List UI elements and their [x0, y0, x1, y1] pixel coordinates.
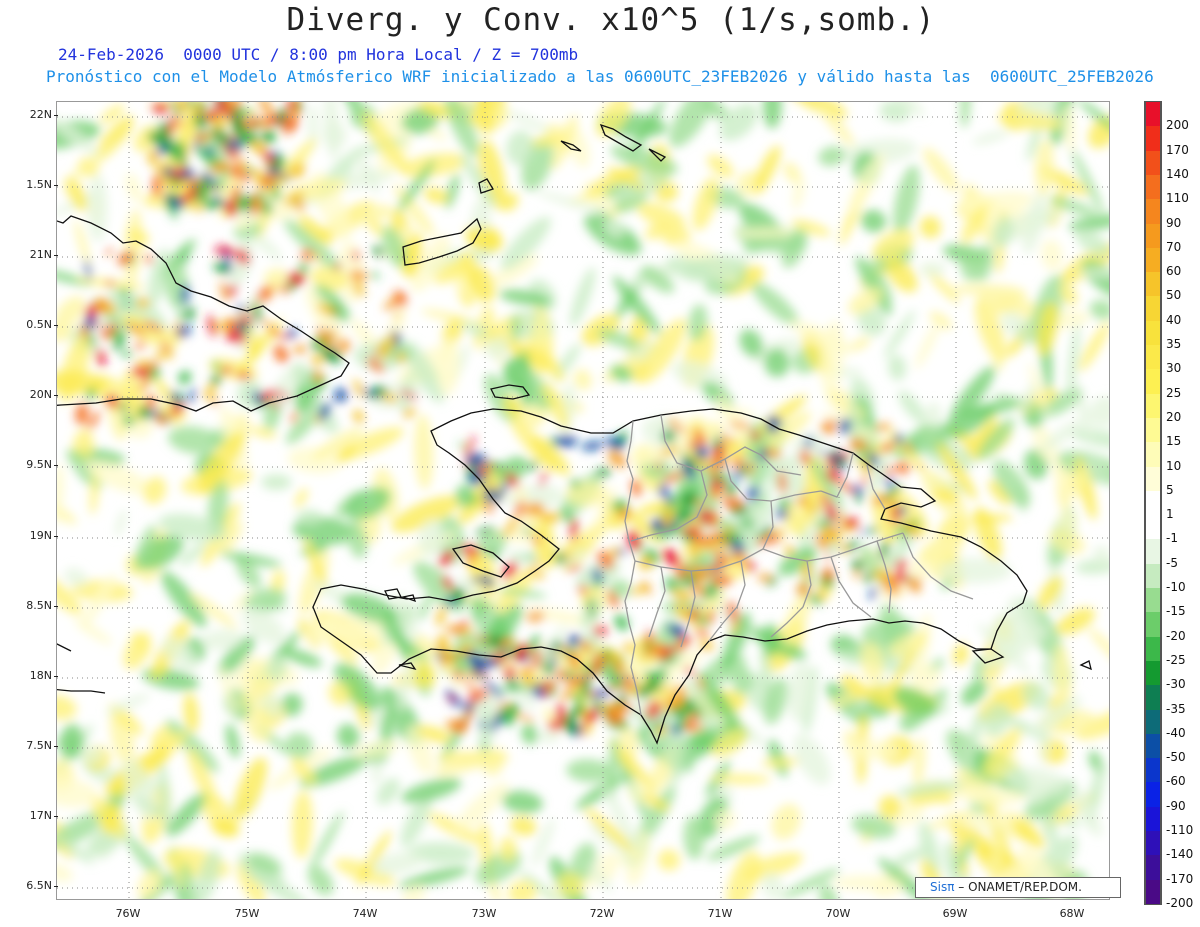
colorbar-label: 50: [1166, 288, 1182, 303]
lat-label: 20N: [29, 388, 59, 401]
colorbar-label: -30: [1166, 677, 1186, 692]
colorbar-swatch: [1145, 223, 1161, 249]
colorbar-swatch: [1145, 272, 1161, 297]
subtitle-time: 24-Feb-2026 0000 UTC / 8:00 pm Hora Loca…: [58, 45, 579, 64]
lat-label: 0.5N: [26, 318, 58, 331]
colorbar-swatch: [1145, 150, 1161, 176]
colorbar-label: 140: [1166, 166, 1189, 181]
subtitle-model: Pronóstico con el Modelo Atmósferico WRF…: [46, 67, 1154, 86]
colorbar-swatch: [1145, 515, 1161, 540]
colorbar-label: -50: [1166, 750, 1186, 765]
colorbar-label: -35: [1166, 701, 1186, 716]
colorbar-label: 5: [1166, 482, 1174, 497]
lat-label: 17N: [29, 809, 59, 822]
lon-label: 70W: [825, 907, 851, 920]
colorbar-swatch: [1145, 417, 1161, 443]
map-svg: [27, 80, 1139, 927]
colorbar-swatch: [1145, 369, 1161, 395]
lon-label: 71W: [707, 907, 733, 920]
colorbar-swatch: [1145, 345, 1161, 370]
colorbar-label: -1: [1166, 531, 1178, 546]
sispi-logo: Sisπ: [930, 880, 955, 894]
colorbar-swatch: [1145, 442, 1161, 468]
lat-label: 22N: [29, 108, 59, 121]
colorbar-swatch: [1145, 855, 1161, 881]
lat-label: 19N: [29, 529, 59, 542]
lat-label: 1.5N: [26, 178, 58, 191]
colorbar-label: 70: [1166, 239, 1182, 254]
lon-label: 76W: [115, 907, 141, 920]
lat-label: 21N: [29, 248, 59, 261]
colorbar-label: 20: [1166, 409, 1182, 424]
colorbar-label: -60: [1166, 774, 1186, 789]
colorbar-swatch: [1145, 563, 1161, 589]
colorbar-swatch: [1145, 539, 1161, 565]
colorbar-swatch: [1145, 466, 1161, 492]
colorbar-swatch: [1145, 393, 1161, 419]
colorbar-swatch: [1145, 174, 1161, 200]
colorbar-label: -140: [1166, 847, 1194, 862]
colorbar-label: 60: [1166, 264, 1182, 279]
lon-label: 75W: [234, 907, 260, 920]
lon-label: 69W: [942, 907, 968, 920]
lat-label: 8.5N: [26, 599, 58, 612]
colorbar-swatch: [1145, 733, 1161, 759]
colorbar-swatch: [1145, 490, 1161, 516]
lat-label: 18N: [29, 669, 59, 682]
colorbar-swatch: [1145, 588, 1161, 613]
colorbar-label: 110: [1166, 191, 1189, 206]
colorbar-label: 200: [1166, 118, 1189, 133]
lon-label: 73W: [471, 907, 497, 920]
colorbar-label: -20: [1166, 628, 1186, 643]
colorbar-label: -15: [1166, 604, 1186, 619]
colorbar-swatch: [1145, 879, 1161, 905]
colorbar-label: 15: [1166, 434, 1182, 449]
colorbar-label: 10: [1166, 458, 1182, 473]
colorbar: [1144, 101, 1162, 905]
colorbar-swatch: [1145, 636, 1161, 662]
credit-text: – ONAMET/REP.DOM.: [958, 880, 1082, 894]
colorbar-label: 170: [1166, 142, 1189, 157]
colorbar-label: -25: [1166, 652, 1186, 667]
colorbar-swatch: [1145, 199, 1161, 224]
colorbar-swatch: [1145, 320, 1161, 346]
lat-label: 6.5N: [26, 879, 58, 892]
colorbar-swatch: [1145, 806, 1161, 832]
lat-label: 7.5N: [26, 739, 58, 752]
colorbar-label: 35: [1166, 337, 1182, 352]
colorbar-swatch: [1145, 685, 1161, 711]
colorbar-swatch: [1145, 709, 1161, 735]
colorbar-label: 30: [1166, 361, 1182, 376]
map-panel: [27, 80, 1139, 927]
colorbar-label: 40: [1166, 312, 1182, 327]
colorbar-swatch: [1145, 782, 1161, 808]
colorbar-swatch: [1145, 831, 1161, 856]
colorbar-label: -170: [1166, 871, 1194, 886]
credit-box: Sisπ – ONAMET/REP.DOM.: [915, 877, 1121, 898]
colorbar-swatch: [1145, 758, 1161, 783]
colorbar-swatch: [1145, 612, 1161, 638]
colorbar-swatch: [1145, 660, 1161, 686]
colorbar-swatch: [1145, 102, 1161, 127]
colorbar-label: 25: [1166, 385, 1182, 400]
colorbar-swatch: [1145, 247, 1161, 273]
lon-label: 68W: [1059, 907, 1085, 920]
lat-label: 9.5N: [26, 458, 58, 471]
colorbar-label: -10: [1166, 580, 1186, 595]
colorbar-label: -5: [1166, 555, 1178, 570]
colorbar-label: -40: [1166, 725, 1186, 740]
lon-label: 72W: [589, 907, 615, 920]
colorbar-label: 90: [1166, 215, 1182, 230]
colorbar-swatch: [1145, 296, 1161, 322]
lon-label: 74W: [352, 907, 378, 920]
colorbar-label: -90: [1166, 798, 1186, 813]
chart-title: Diverg. y Conv. x10^5 (1/s,somb.): [286, 2, 936, 38]
colorbar-label: 1: [1166, 507, 1174, 522]
colorbar-label: -110: [1166, 823, 1194, 838]
colorbar-label: -200: [1166, 896, 1194, 910]
colorbar-swatch: [1145, 126, 1161, 152]
